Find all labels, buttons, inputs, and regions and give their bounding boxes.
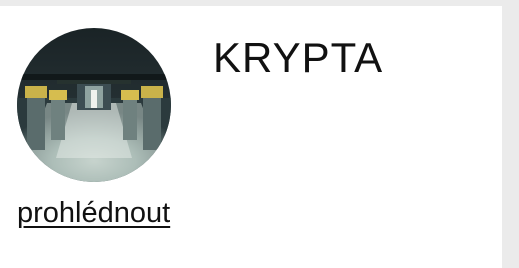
gallery-title: KRYPTA bbox=[213, 34, 384, 81]
crypt-photo bbox=[17, 28, 171, 182]
scrollbar-track[interactable] bbox=[502, 0, 519, 268]
crypt-thumbnail-image[interactable] bbox=[17, 28, 171, 182]
gallery-card: KRYPTA prohlédnout bbox=[0, 6, 502, 268]
view-link[interactable]: prohlédnout bbox=[17, 199, 170, 228]
